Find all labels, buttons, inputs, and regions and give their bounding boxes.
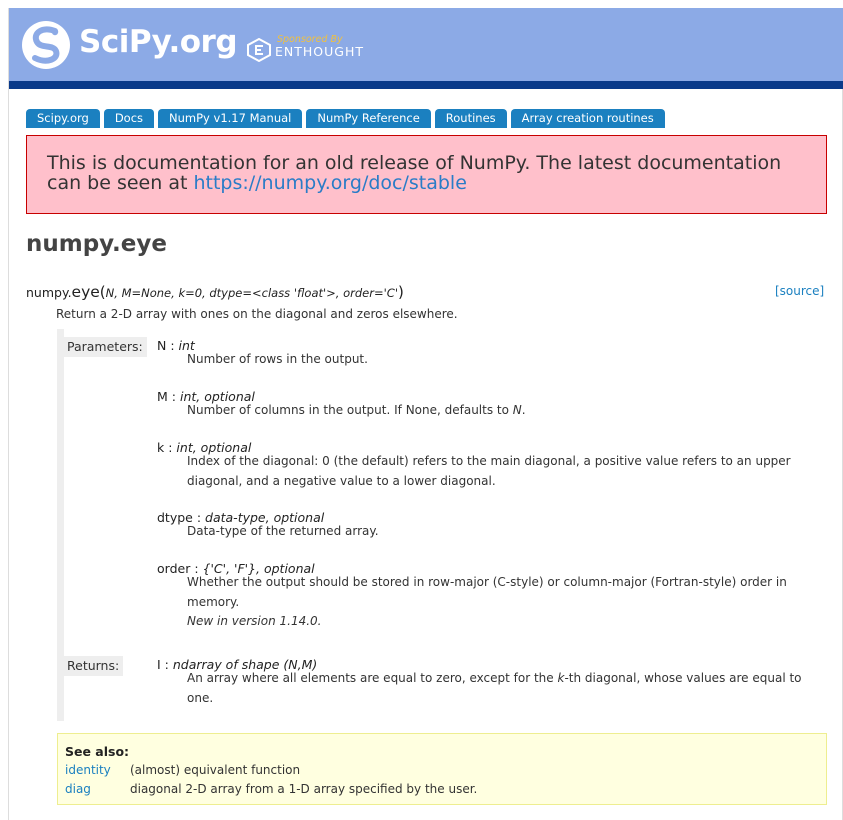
breadcrumb-numpy-reference[interactable]: NumPy Reference (306, 109, 431, 128)
param-order-version-note: New in version 1.14.0. (187, 614, 322, 628)
returns-label: Returns: (64, 656, 124, 676)
param-sep: : (166, 338, 179, 353)
enthought-e-icon (247, 38, 271, 62)
param-dtype-desc: Data-type of the returned array. (187, 524, 379, 538)
param-name: order (157, 561, 191, 576)
sponsor-name[interactable]: ENTHOUGHT (275, 44, 364, 59)
param-k-desc: Index of the diagonal: 0 (the default) r… (187, 454, 791, 488)
latest-docs-link[interactable]: https://numpy.org/doc/stable (193, 172, 466, 194)
param-m-desc: Number of columns in the output. If None… (187, 401, 827, 421)
return-desc: An array where all elements are equal to… (187, 669, 827, 708)
see-also-title: See also: (65, 744, 130, 759)
site-logo-text[interactable]: SciPy.org (79, 24, 238, 60)
param-desc-text: Number of columns in the output. If None… (187, 403, 513, 417)
source-link[interactable]: [source] (775, 284, 824, 298)
return-desc-a: An array where all elements are equal to… (187, 671, 558, 685)
function-signature: numpy.eye(N, M=None, k=0, dtype=<class '… (26, 283, 404, 301)
breadcrumb: Scipy.org Docs NumPy v1.17 Manual NumPy … (26, 109, 665, 128)
parameters-label: Parameters: (64, 337, 147, 357)
param-n-desc: Number of rows in the output. (187, 352, 368, 366)
see-also-desc: diagonal 2-D array from a 1-D array spec… (130, 782, 478, 796)
page-title: numpy.eye (26, 231, 167, 257)
return-sep: : (160, 657, 173, 672)
old-release-notice: This is documentation for an old release… (26, 135, 827, 214)
breadcrumb-array-creation[interactable]: Array creation routines (510, 109, 665, 128)
param-sep: : (164, 440, 177, 455)
param-order-desc-text: Whether the output should be stored in r… (187, 575, 787, 609)
see-also-box: See also: identity (almost) equivalent f… (57, 733, 827, 805)
field-list-bar (57, 329, 64, 721)
site-header: SciPy.org Sponsored By ENTHOUGHT (9, 8, 843, 81)
param-desc-em: N (512, 403, 522, 417)
breadcrumb-routines[interactable]: Routines (434, 109, 507, 128)
breadcrumb-docs[interactable]: Docs (103, 109, 155, 128)
param-order-desc: Whether the output should be stored in r… (187, 573, 827, 632)
breadcrumb-numpy-manual[interactable]: NumPy v1.17 Manual (158, 109, 303, 128)
page: SciPy.org Sponsored By ENTHOUGHT Scipy.o… (8, 8, 843, 820)
scipy-snake-icon[interactable] (21, 20, 71, 70)
see-also-link-identity[interactable]: identity (65, 763, 111, 777)
param-name: M (157, 389, 168, 404)
header-divider (9, 81, 843, 89)
signature-function: eye (71, 283, 100, 301)
function-summary: Return a 2-D array with ones on the diag… (56, 307, 458, 321)
signature-params: N, M=None, k=0, dtype=<class 'float'>, o… (105, 286, 398, 300)
signature-module: numpy. (26, 285, 72, 300)
param-desc-end: . (521, 403, 526, 417)
see-also-link-diag[interactable]: diag (65, 782, 91, 796)
param-name: N (157, 338, 167, 353)
notice-text: This is documentation for an old release… (47, 153, 817, 194)
breadcrumb-scipy-org[interactable]: Scipy.org (26, 109, 100, 128)
see-also-desc: (almost) equivalent function (130, 763, 301, 777)
signature-close-paren: ) (397, 283, 404, 301)
param-sep: : (167, 389, 180, 404)
